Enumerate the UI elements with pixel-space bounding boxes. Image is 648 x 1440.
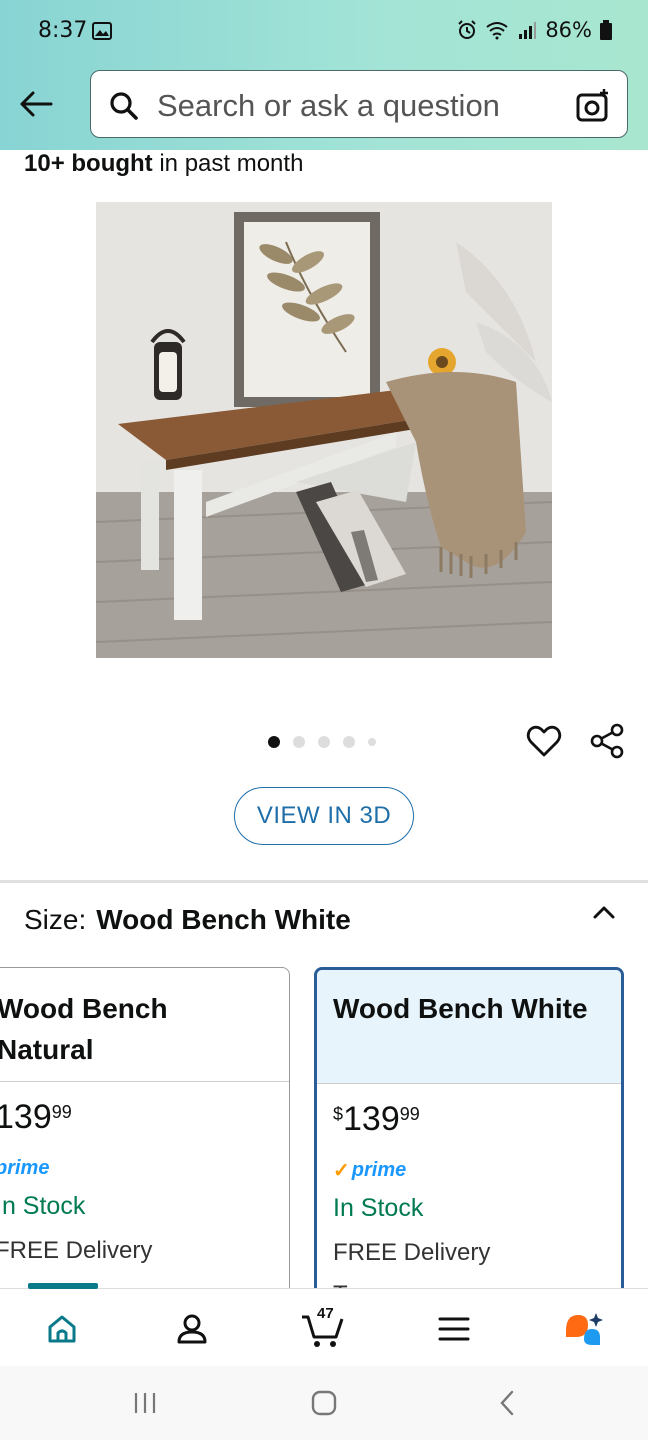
carousel-dot-active[interactable] — [268, 736, 280, 748]
home-icon — [48, 1315, 76, 1343]
camera-icon[interactable] — [575, 87, 611, 123]
product-photo — [96, 202, 552, 658]
carousel-dot[interactable] — [343, 736, 355, 748]
prime-label: prime — [351, 1158, 407, 1181]
chevron-up-icon[interactable] — [590, 898, 618, 926]
image-icon — [92, 22, 112, 40]
nav-home[interactable] — [40, 1307, 84, 1351]
product-image[interactable] — [96, 202, 552, 658]
recents-icon[interactable] — [130, 1388, 160, 1418]
active-tab-indicator — [28, 1283, 98, 1289]
size-option-card[interactable]: Wood Bench Natural 139 99 prime In Stock … — [0, 967, 290, 1307]
stock-status: In Stock — [0, 1192, 86, 1220]
back-arrow-icon — [20, 91, 53, 117]
nav-rufus[interactable] — [562, 1307, 606, 1351]
price-cents: 99 — [51, 1102, 72, 1122]
wishlist-button[interactable] — [525, 722, 563, 760]
option-title: Wood Bench Natural — [0, 968, 289, 1082]
wifi-icon — [486, 22, 508, 40]
bottom-navigation: 47 — [0, 1283, 648, 1366]
stock-status: In Stock — [333, 1194, 424, 1222]
nav-menu[interactable] — [432, 1307, 476, 1351]
image-carousel-dots[interactable] — [268, 736, 376, 748]
bought-rest: in past month — [152, 150, 304, 177]
option-price: $139 99 — [333, 1100, 605, 1148]
account-icon — [177, 1314, 207, 1344]
status-right: 86% — [457, 18, 612, 42]
share-icon — [590, 723, 624, 759]
menu-icon — [438, 1317, 470, 1341]
option-title: Wood Bench White — [317, 970, 621, 1084]
delivery-text: FREE Delivery — [333, 1239, 491, 1266]
price-symbol: $ — [333, 1104, 344, 1124]
system-navigation-bar — [0, 1366, 648, 1440]
rufus-icon — [566, 1313, 603, 1345]
price-whole: 139 — [343, 1100, 400, 1138]
prime-badge: ✓ prime — [333, 1156, 605, 1184]
price-whole: 139 — [0, 1098, 52, 1136]
view-in-3d-button[interactable]: VIEW IN 3D — [234, 787, 414, 845]
carousel-dot[interactable] — [368, 738, 376, 746]
size-label: Size: — [24, 904, 87, 935]
size-value: Wood Bench White — [96, 904, 351, 935]
prime-label: prime — [0, 1156, 50, 1179]
search-placeholder: Search or ask a question — [157, 88, 500, 123]
battery-icon — [600, 20, 612, 40]
size-selector-header[interactable]: Size: Wood Bench White — [24, 904, 351, 936]
cart-count-badge: 47 — [317, 1305, 334, 1322]
carousel-dot[interactable] — [318, 736, 330, 748]
price-cents: 99 — [399, 1104, 420, 1124]
prime-badge: prime — [0, 1154, 273, 1182]
bought-count: 10+ bought — [24, 150, 153, 177]
search-icon — [110, 92, 138, 120]
status-time: 8:37 — [38, 18, 88, 43]
status-bar: 8:37 86% — [0, 0, 648, 62]
heart-icon — [526, 725, 562, 757]
share-button[interactable] — [588, 722, 626, 760]
alarm-icon — [458, 20, 477, 39]
prime-check-icon: ✓ — [333, 1159, 350, 1182]
bought-in-past-month: 10+ bought in past month — [24, 150, 303, 178]
size-option-card-selected[interactable]: Wood Bench White $139 99 ✓ prime In Stock … — [314, 967, 624, 1307]
search-input[interactable]: Search or ask a question — [90, 70, 628, 138]
signal-icon — [519, 22, 537, 39]
back-nav-icon[interactable] — [492, 1388, 522, 1418]
delivery-text: FREE Delivery — [0, 1237, 153, 1264]
battery-percent: 86% — [545, 18, 592, 42]
home-button-icon[interactable] — [309, 1388, 339, 1418]
nav-account[interactable] — [170, 1307, 214, 1351]
back-button[interactable] — [16, 84, 56, 124]
option-price: 139 99 — [0, 1098, 273, 1146]
section-divider — [0, 880, 648, 883]
carousel-dot[interactable] — [293, 736, 305, 748]
